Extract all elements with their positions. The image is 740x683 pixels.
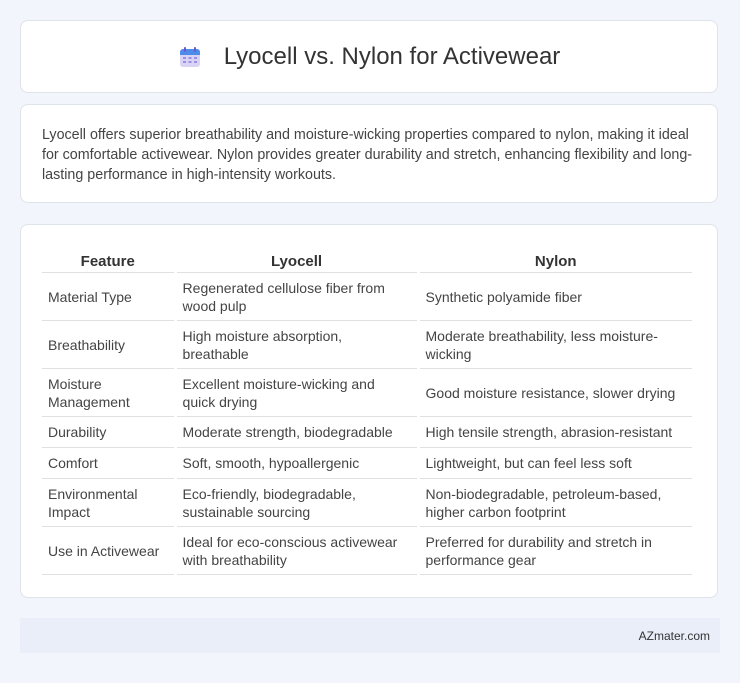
cell-nylon: Synthetic polyamide fiber [419,273,692,321]
cell-nylon: High tensile strength, abrasion-resistan… [419,417,692,448]
cell-nylon: Preferred for durability and stretch in … [419,527,692,575]
table-row: Durability Moderate strength, biodegrada… [42,417,692,448]
table-row: Breathability High moisture absorption, … [42,321,692,369]
cell-feature: Use in Activewear [42,527,174,575]
cell-lyocell: High moisture absorption, breathable [176,321,417,369]
table-row: Environmental Impact Eco-friendly, biode… [42,479,692,527]
cell-nylon: Moderate breathability, less moisture-wi… [419,321,692,369]
cell-feature: Breathability [42,321,174,369]
table-row: Comfort Soft, smooth, hypoallergenic Lig… [42,448,692,479]
cell-nylon: Good moisture resistance, slower drying [419,369,692,417]
cell-feature: Comfort [42,448,174,479]
cell-lyocell: Soft, smooth, hypoallergenic [176,448,417,479]
table-row: Material Type Regenerated cellulose fibe… [42,273,692,321]
footer-brand: AZmater.com [638,628,710,643]
cell-nylon: Non-biodegradable, petroleum-based, high… [419,479,692,527]
table-row: Use in Activewear Ideal for eco-consciou… [42,527,692,575]
cell-lyocell: Moderate strength, biodegradable [176,417,417,448]
cell-lyocell: Excellent moisture-wicking and quick dry… [176,369,417,417]
table-row: Moisture Management Excellent moisture-w… [42,369,692,417]
summary-text: Lyocell offers superior breathability an… [42,127,693,183]
comparison-table: Feature Lyocell Nylon Material Type Rege… [39,246,695,575]
footer: AZmater.com [20,618,720,653]
cell-lyocell: Eco-friendly, biodegradable, sustainable… [176,479,417,527]
header-nylon: Nylon [419,246,692,273]
title-card: Lyocell vs. Nylon for Activewear [20,20,718,93]
page-title: Lyocell vs. Nylon for Activewear [223,42,561,70]
summary-card: Lyocell offers superior breathability an… [20,104,718,203]
table-header-row: Feature Lyocell Nylon [42,246,692,273]
header-feature: Feature [42,246,174,273]
cell-nylon: Lightweight, but can feel less soft [419,448,692,479]
cell-lyocell: Ideal for eco-conscious activewear with … [176,527,417,575]
comparison-table-card: Feature Lyocell Nylon Material Type Rege… [20,224,718,598]
calendar-icon [178,45,202,69]
cell-feature: Moisture Management [42,369,174,417]
cell-lyocell: Regenerated cellulose fiber from wood pu… [176,273,417,321]
cell-feature: Material Type [42,273,174,321]
cell-feature: Environmental Impact [42,479,174,527]
cell-feature: Durability [42,417,174,448]
header-lyocell: Lyocell [176,246,417,273]
